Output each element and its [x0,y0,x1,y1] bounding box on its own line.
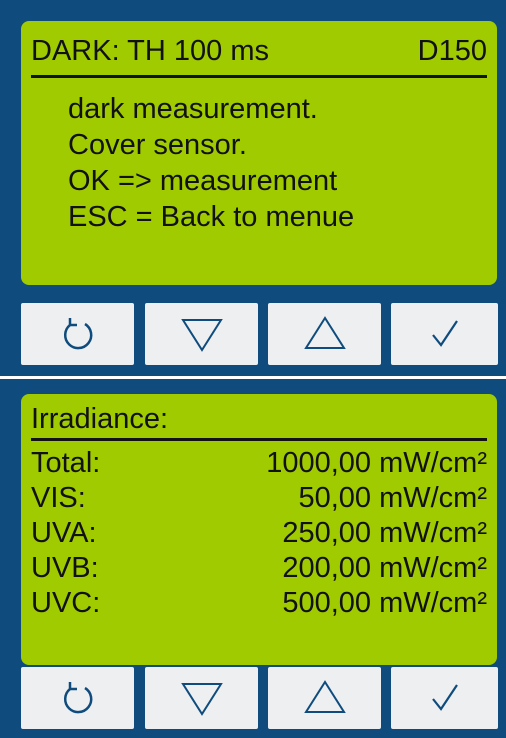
down-triangle-icon [180,683,223,716]
row-label: VIS: [31,482,86,514]
row-label: Total: [31,447,101,479]
refresh-icon [63,318,92,350]
dark-measurement-panel: DARK: TH 100 ms D150 dark measurement. C… [0,0,506,376]
row-value: 500,00 mW/cm² [282,587,487,619]
ok-button[interactable] [391,303,498,365]
irradiance-row-uva: UVA: 250,00 mW/cm² [31,516,487,551]
screen-code: D150 [417,35,487,67]
irradiance-title: Irradiance: [31,400,487,441]
irradiance-row-uvb: UVB: 200,00 mW/cm² [31,551,487,586]
row-value: 50,00 mW/cm² [298,482,487,514]
down-button[interactable] [145,303,258,365]
up-button[interactable] [268,667,381,729]
check-icon [431,320,458,347]
up-triangle-icon [303,680,346,713]
up-button[interactable] [268,303,381,365]
irradiance-row-uvc: UVC: 500,00 mW/cm² [31,586,487,621]
instruction-line: Cover sensor. [68,129,247,161]
row-label: UVA: [31,517,97,549]
row-value: 1000,00 mW/cm² [266,447,487,479]
up-triangle-icon [303,316,346,349]
refresh-button[interactable] [21,667,134,729]
row-value: 200,00 mW/cm² [282,552,487,584]
instruction-line: OK => measurement [68,165,338,197]
ok-button[interactable] [391,667,498,729]
instruction-line: ESC = Back to menue [68,201,355,233]
button-bar [0,303,506,365]
screen-title: DARK: TH 100 ms [31,35,269,67]
lcd-display: Irradiance: Total: 1000,00 mW/cm² VIS: 5… [21,394,497,665]
instruction-text: dark measurement. Cover sensor. OK => me… [68,91,354,235]
refresh-button[interactable] [21,303,134,365]
down-triangle-icon [180,319,223,352]
irradiance-list: Total: 1000,00 mW/cm² VIS: 50,00 mW/cm² … [31,446,487,621]
irradiance-row-vis: VIS: 50,00 mW/cm² [31,481,487,516]
row-label: UVC: [31,587,101,619]
check-icon [431,684,458,711]
lcd-display: DARK: TH 100 ms D150 dark measurement. C… [21,21,497,285]
down-button[interactable] [145,667,258,729]
refresh-icon [63,682,92,714]
lcd-header: DARK: TH 100 ms D150 [31,29,487,78]
irradiance-panel: Irradiance: Total: 1000,00 mW/cm² VIS: 5… [0,379,506,738]
instruction-line: dark measurement. [68,93,318,125]
irradiance-row-total: Total: 1000,00 mW/cm² [31,446,487,481]
row-value: 250,00 mW/cm² [282,517,487,549]
button-bar [0,667,506,729]
row-label: UVB: [31,552,99,584]
